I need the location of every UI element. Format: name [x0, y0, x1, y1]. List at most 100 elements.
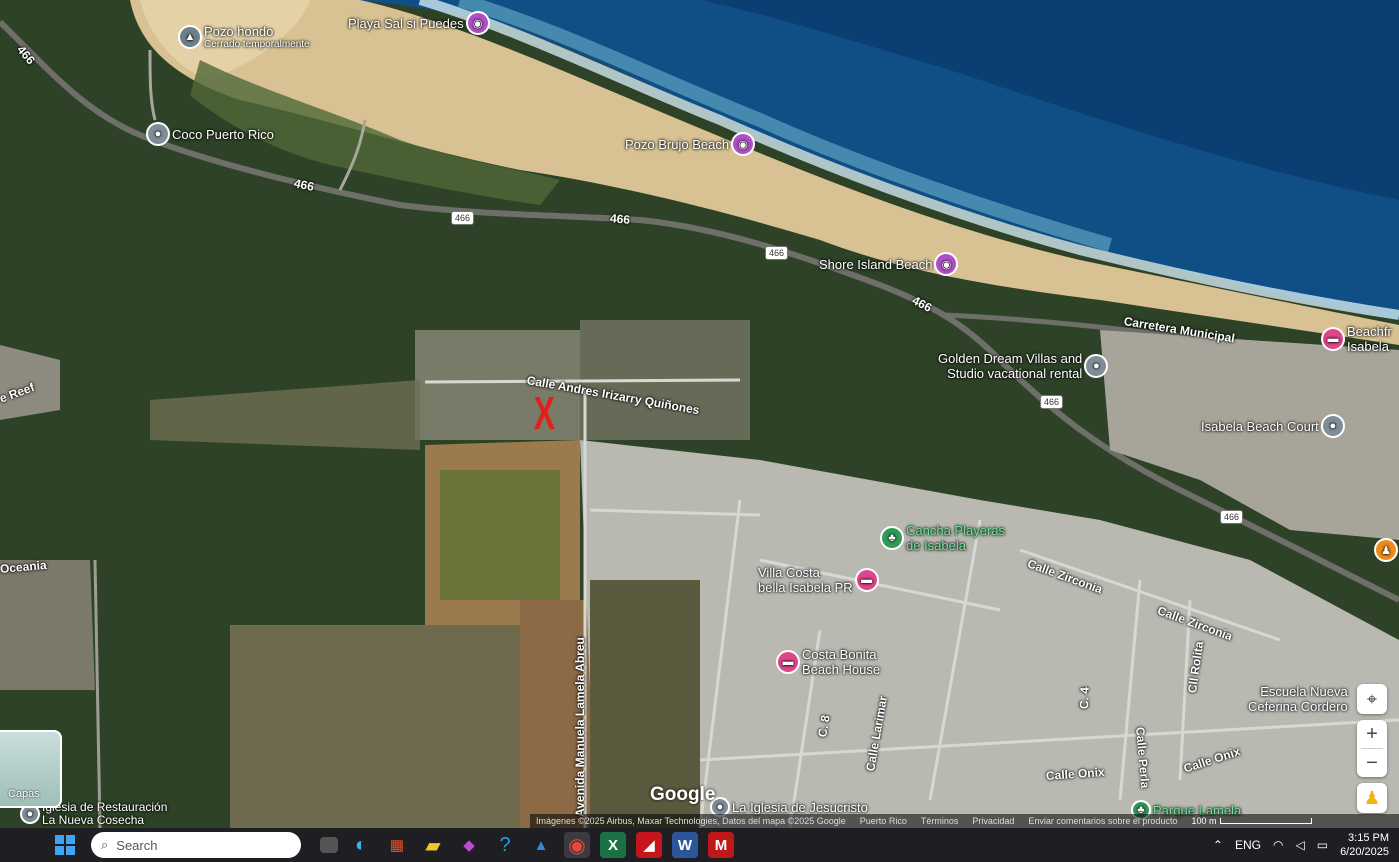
poi-label: Playa Sal si Puedes: [348, 15, 464, 31]
feedback-link[interactable]: Enviar comentarios sobre el producto: [1028, 816, 1177, 826]
poi-sublabel: Ceferina Cordero: [1248, 699, 1348, 714]
poi-sublabel: Isabela: [1347, 339, 1389, 354]
clock[interactable]: 3:15 PM 6/20/2025: [1340, 831, 1389, 859]
mcafee-icon[interactable]: M: [708, 832, 734, 858]
poi-sublabel: bella Isabela PR: [758, 580, 853, 595]
google-logo: Google: [650, 784, 716, 805]
poi-label: Escuela Nueva: [1260, 684, 1348, 699]
route-label: 466: [609, 211, 631, 227]
map-controls: ⌖ + − ♟: [1357, 684, 1387, 813]
route-shield: 466: [1220, 510, 1244, 524]
poi-pozo-hondo[interactable]: ▲ Pozo hondo Cerrado temporalmente: [180, 24, 310, 50]
windows-start-icon[interactable]: [52, 832, 78, 858]
pegman-icon: ♟: [1363, 787, 1381, 808]
poi-orange-marker[interactable]: ♟: [1376, 540, 1396, 560]
chrome-icon[interactable]: ◉: [564, 832, 590, 858]
poi-coco-puerto-rico[interactable]: ● Coco Puerto Rico: [148, 124, 274, 144]
scale-bar: [1220, 818, 1313, 824]
poi-iglesia-jesucristo[interactable]: ● La Iglesia de Jesucristo: [712, 799, 868, 815]
poi-beachfront-isabela[interactable]: ▬ Beachfr Isabela: [1323, 324, 1392, 354]
m365-icon[interactable]: ◆: [456, 832, 482, 858]
poi-pozo-brujo-beach[interactable]: Pozo Brujo Beach ◉: [625, 134, 754, 154]
word-icon[interactable]: W: [672, 832, 698, 858]
poi-label: La Iglesia de Jesucristo: [732, 799, 868, 815]
triangle-icon: ▲: [180, 27, 200, 47]
hotel-icon: ▬: [778, 652, 798, 672]
tree-icon: ♣: [882, 528, 902, 548]
poi-label: Pozo Brujo Beach: [625, 136, 730, 152]
edge-icon[interactable]: ◐: [348, 832, 374, 858]
scale-control[interactable]: 100 m: [1191, 816, 1313, 826]
location-pin-icon: ●: [22, 806, 38, 822]
location-pin-icon: ●: [148, 124, 168, 144]
system-tray: ⌃ ENG ◠ ◁ ▭ 3:15 PM 6/20/2025: [1213, 828, 1389, 862]
poi-isabela-beach-court[interactable]: Isabela Beach Court ●: [1201, 416, 1343, 436]
camera-icon: ◉: [733, 134, 754, 154]
my-location-button[interactable]: ⌖: [1357, 684, 1387, 714]
imagery-credit: Imágenes ©2025 Airbus, Maxar Technologie…: [536, 816, 846, 826]
poi-label: Beachfr: [1347, 324, 1392, 339]
zoom-controls: + −: [1357, 720, 1387, 777]
satellite-map[interactable]: 466 466 466 466 466 466 466 466 ▲ Pozo h…: [0, 0, 1399, 828]
layers-label: Capas: [8, 788, 40, 800]
app-icon[interactable]: ▲: [528, 832, 554, 858]
search-icon: ⌕: [101, 837, 109, 852]
layers-button[interactable]: Capas: [0, 730, 62, 808]
poi-sublabel: Beach House: [802, 662, 881, 677]
poi-playa-sal-si-puedes[interactable]: Playa Sal si Puedes ◉: [348, 13, 488, 33]
acrobat-icon[interactable]: ◢: [636, 832, 662, 858]
excel-icon[interactable]: X: [600, 832, 626, 858]
poi-label: Shore Island Beach: [819, 256, 933, 272]
route-shield: 466: [765, 246, 789, 260]
poi-sublabel: Studio vacational rental: [947, 366, 1083, 381]
street-label: C. 4: [1077, 686, 1092, 710]
poi-sublabel: de Isabela: [906, 538, 966, 553]
poi-costa-bonita[interactable]: ▬ Costa Bonita Beach House: [778, 647, 880, 677]
clock-date: 6/20/2025: [1340, 846, 1389, 858]
chevron-up-icon[interactable]: ⌃: [1213, 838, 1223, 852]
volume-icon[interactable]: ◁: [1295, 838, 1304, 852]
language-indicator[interactable]: ENG: [1235, 838, 1261, 852]
store-icon[interactable]: ▦: [384, 832, 410, 858]
poi-label: Coco Puerto Rico: [172, 126, 274, 142]
crosshair-icon: ⌖: [1366, 688, 1378, 709]
hotel-icon: ▬: [856, 570, 877, 590]
poi-label: Golden Dream Villas and: [938, 351, 1083, 366]
poi-label: Villa Costa: [758, 565, 820, 580]
location-pin-icon: ●: [1086, 356, 1107, 376]
zoom-in-button[interactable]: +: [1357, 720, 1387, 748]
camera-icon: ◉: [467, 13, 488, 33]
wifi-icon[interactable]: ◠: [1273, 838, 1283, 852]
poi-label: Isabela Beach Court: [1201, 418, 1319, 434]
poi-label: Cancha Playeras: [906, 523, 1005, 538]
street-label: Avenida Manuela Lamela Abreu: [573, 637, 587, 817]
attribution-bar: Imágenes ©2025 Airbus, Maxar Technologie…: [530, 814, 1399, 828]
poi-sublabel: La Nueva Cosecha: [42, 813, 145, 827]
clock-time: 3:15 PM: [1348, 832, 1389, 844]
camera-icon: ◉: [936, 254, 957, 274]
location-pin-icon: ●: [1322, 416, 1343, 436]
country-link[interactable]: Puerto Rico: [860, 816, 907, 826]
terms-link[interactable]: Términos: [921, 816, 959, 826]
scale-label: 100 m: [1191, 816, 1217, 826]
poi-cancha-playeras[interactable]: ♣ Cancha Playeras de Isabela: [882, 523, 1005, 553]
poi-sublabel: Cerrado temporalmente: [204, 39, 310, 50]
task-view-icon[interactable]: [320, 837, 338, 853]
battery-icon[interactable]: ▭: [1317, 838, 1328, 852]
poi-shore-island-beach[interactable]: Shore Island Beach ◉: [819, 254, 957, 274]
zoom-out-button[interactable]: −: [1357, 749, 1387, 777]
poi-escuela-nueva[interactable]: Escuela Nueva Ceferina Cordero: [1248, 684, 1348, 714]
privacy-link[interactable]: Privacidad: [972, 816, 1014, 826]
poi-villa-costa-bella[interactable]: Villa Costa bella Isabela PR ▬: [758, 565, 877, 595]
street-view-pegman-button[interactable]: ♟: [1357, 783, 1387, 813]
file-explorer-icon[interactable]: ▰: [420, 832, 446, 858]
search-placeholder: Search: [116, 837, 158, 853]
taskbar-search[interactable]: ⌕ Search: [91, 832, 301, 858]
help-icon[interactable]: ?: [492, 832, 518, 858]
poi-label: Pozo hondo: [204, 24, 274, 39]
poi-golden-dream-villas[interactable]: Golden Dream Villas and Studio vacational…: [938, 351, 1107, 381]
route-shield: 466: [1040, 395, 1064, 409]
person-icon: ♟: [1376, 540, 1396, 560]
windows-taskbar: ⌕ Search ◐ ▦ ▰ ◆ ? ▲ ◉ X ◢ W M ⌃ ENG ◠ ◁…: [0, 828, 1399, 862]
red-x-marker: X: [533, 387, 556, 439]
